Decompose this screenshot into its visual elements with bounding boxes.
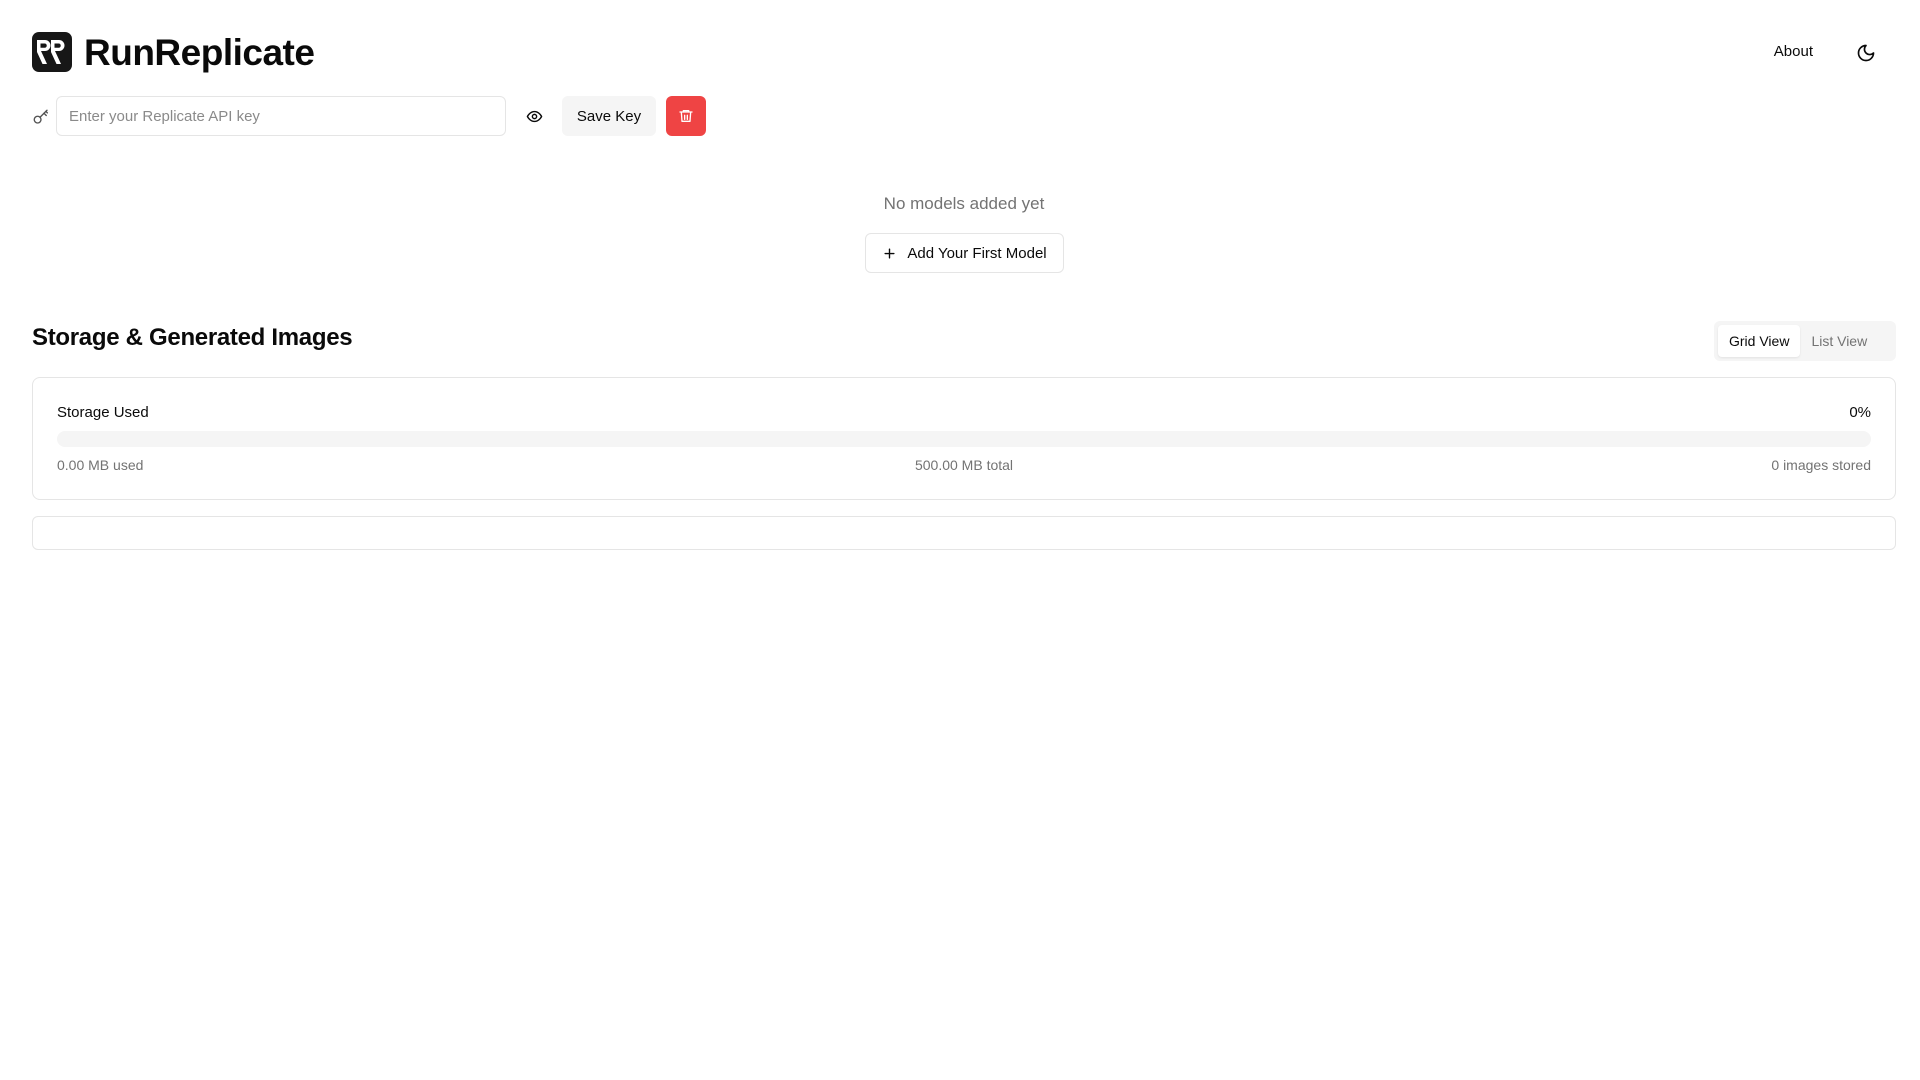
storage-usage-card: Storage Used 0% 0.00 MB used 500.00 MB t…	[32, 377, 1896, 500]
toggle-key-visibility-button[interactable]	[520, 102, 548, 130]
add-first-model-button[interactable]: Add Your First Model	[865, 233, 1064, 273]
app-title: RunReplicate	[84, 32, 315, 73]
save-key-button[interactable]: Save Key	[562, 96, 656, 136]
key-icon	[33, 109, 49, 124]
view-mode-toggle: Grid View List View	[1714, 321, 1896, 361]
delete-key-button[interactable]	[666, 96, 706, 136]
no-models-message: No models added yet	[883, 194, 1045, 213]
api-key-input[interactable]	[56, 96, 506, 136]
rr-logo-icon	[32, 32, 72, 72]
moon-icon	[1857, 44, 1875, 62]
storage-progress-bar	[57, 431, 1871, 447]
tab-grid-view[interactable]: Grid View	[1718, 325, 1801, 357]
theme-toggle-button[interactable]	[1852, 39, 1880, 67]
storage-total-amount: 500.00 MB total	[914, 457, 1014, 473]
app-page: RunReplicate About Save Key No models ad…	[0, 0, 1920, 1080]
eye-icon	[526, 110, 542, 122]
storage-used-label: Storage Used	[57, 404, 149, 421]
app-header: RunReplicate About	[32, 32, 1888, 74]
plus-icon	[884, 247, 895, 259]
generated-images-panel	[32, 516, 1896, 550]
storage-percent: 0%	[1849, 404, 1871, 421]
about-link[interactable]: About	[1774, 43, 1813, 60]
api-key-row: Save Key	[32, 96, 732, 136]
images-stored-count: 0 images stored	[1771, 457, 1871, 473]
storage-section-title: Storage & Generated Images	[32, 324, 353, 351]
trash-icon	[679, 110, 693, 122]
add-first-model-label: Add Your First Model	[907, 244, 1047, 262]
tab-list-view[interactable]: List View	[1800, 325, 1878, 357]
